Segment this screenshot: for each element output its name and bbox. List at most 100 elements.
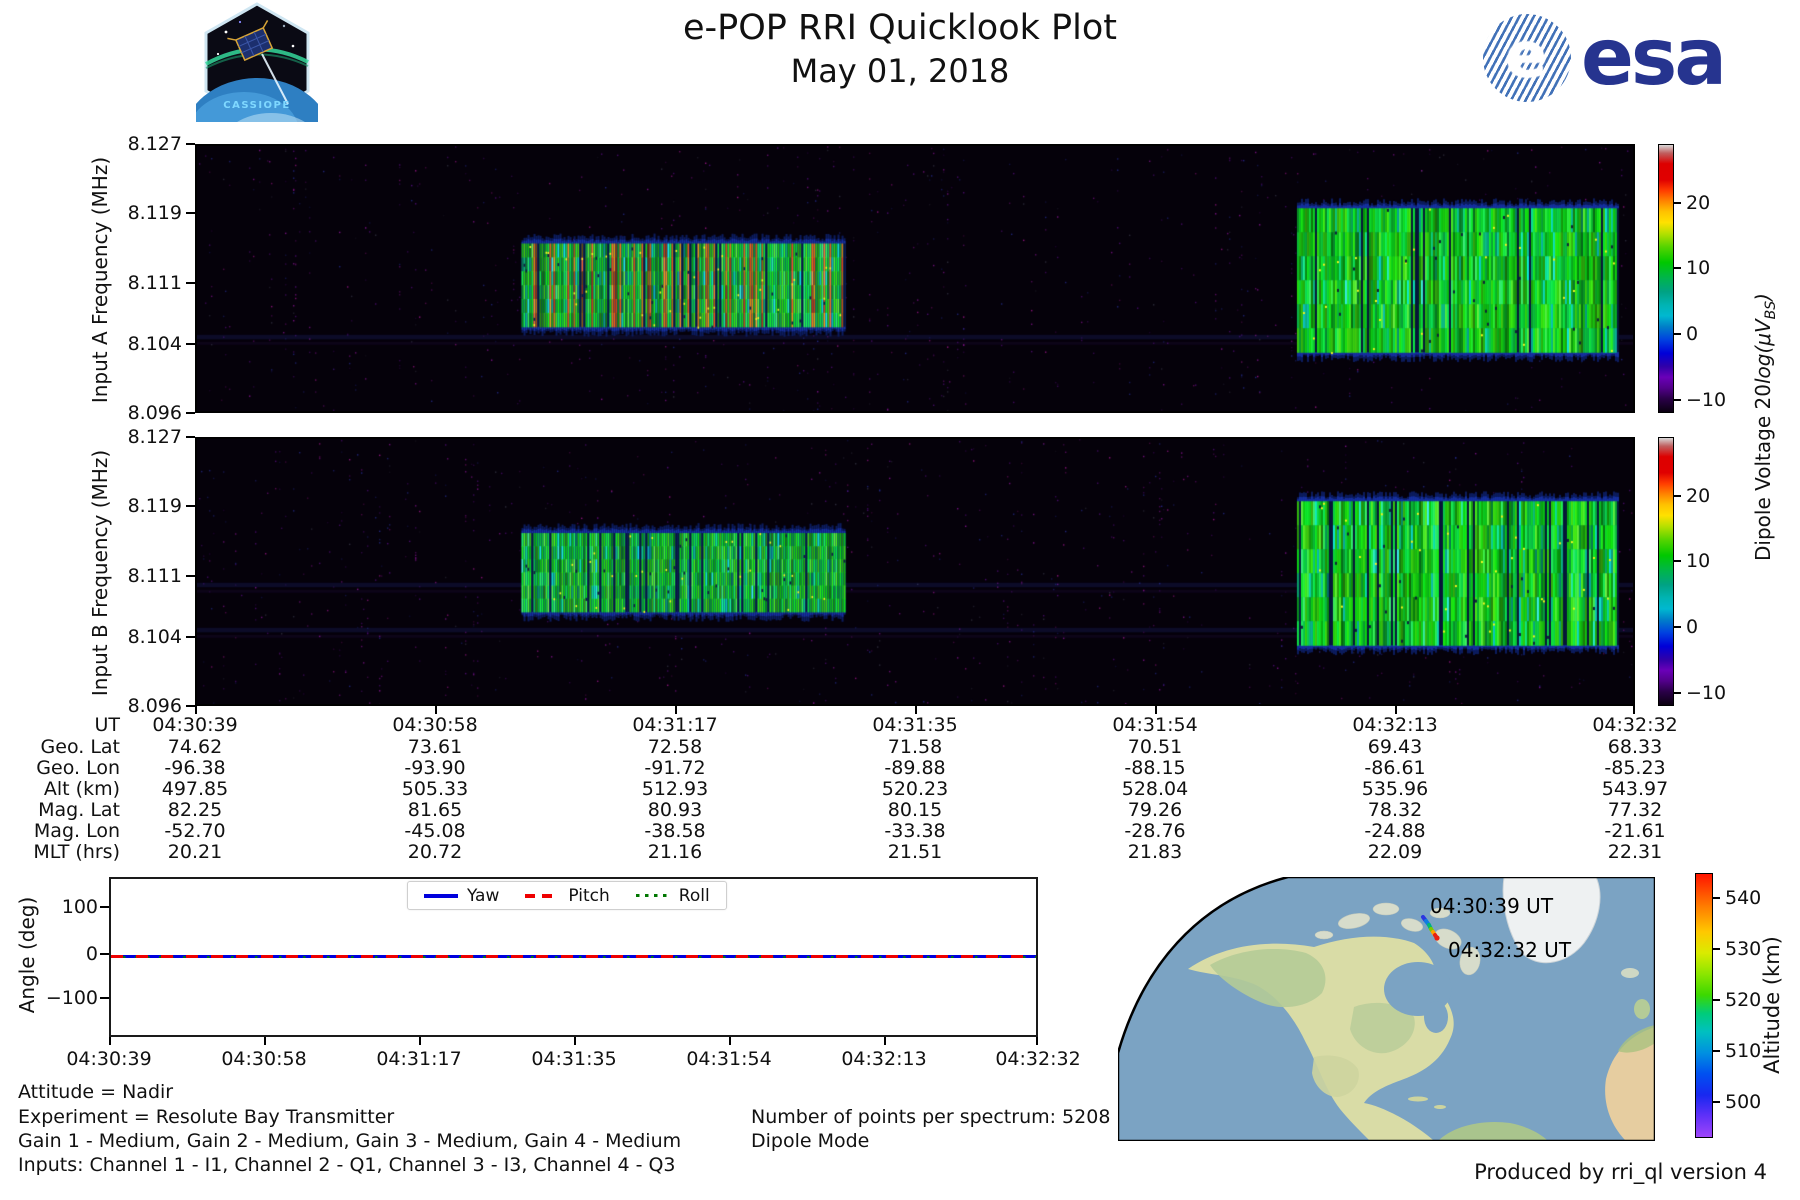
ephem-cell: 74.62 — [167, 736, 223, 758]
ephem-cell: 81.65 — [407, 799, 463, 821]
ephem-cell: -45.08 — [404, 820, 466, 842]
ephem-cell: 04:30:39 — [152, 714, 238, 736]
legend-item-yaw: Yaw — [424, 886, 499, 906]
angle-ytick: 100 — [61, 896, 98, 918]
pitch-line — [111, 955, 1036, 958]
colorbar-label-sub: BS — [1763, 300, 1779, 320]
colorbar-a-tick: 10 — [1686, 257, 1711, 279]
row-label-geolat: Geo. Lat — [40, 736, 120, 758]
colorbar-a-tick: 0 — [1686, 323, 1699, 345]
info-num-points: Number of points per spectrum: 5208 — [751, 1106, 1111, 1128]
ephem-cell: 04:30:58 — [392, 714, 478, 736]
row-label-geolon: Geo. Lon — [36, 757, 120, 779]
quicklook-figure: CASSIOPE e-POP RRI Quicklook Plot May 01… — [0, 0, 1800, 1200]
legend-label-roll: Roll — [678, 885, 710, 906]
angle-xtick: 04:30:39 — [66, 1048, 152, 1070]
esa-globe-icon: e — [1483, 14, 1571, 102]
panel-a-ytick: 8.119 — [127, 202, 182, 224]
row-label-alt: Alt (km) — [43, 778, 120, 800]
legend-item-roll: Roll — [635, 885, 710, 906]
credit-text: Produced by rri_ql version 4 — [1474, 1160, 1767, 1184]
ephem-cell: 20.21 — [167, 841, 223, 863]
row-label-ut: UT — [94, 714, 120, 736]
info-inputs: Inputs: Channel 1 - I1, Channel 2 - Q1, … — [18, 1154, 676, 1176]
page-title: e-POP RRI Quicklook Plot — [682, 8, 1117, 48]
ephem-cell: 72.58 — [647, 736, 703, 758]
colorbar-a-tick: 20 — [1686, 192, 1711, 214]
legend-label-yaw: Yaw — [467, 885, 500, 906]
ephem-cell: 497.85 — [161, 778, 229, 800]
altitude-colorbar — [1695, 873, 1713, 1138]
ground-track-map: 04:30:39 UT 04:32:32 UT — [1118, 877, 1655, 1141]
ephem-cell: -93.90 — [404, 757, 466, 779]
panel-a-ylabel: Input A Frequency (MHz) — [88, 156, 112, 404]
legend-label-pitch: Pitch — [568, 885, 610, 906]
ephem-cell: 04:32:32 — [1592, 714, 1678, 736]
angle-xtick: 04:31:17 — [376, 1048, 462, 1070]
spectrogram-a-canvas — [197, 146, 1633, 411]
ephem-cell: 69.43 — [1367, 736, 1423, 758]
info-experiment: Experiment = Resolute Bay Transmitter — [18, 1106, 395, 1128]
row-label-maglon: Mag. Lon — [33, 820, 120, 842]
colorbar-label-plain: Dipole Voltage 20 — [1751, 384, 1775, 561]
angle-xtick: 04:32:32 — [995, 1048, 1081, 1070]
alt-tick: 510 — [1725, 1040, 1762, 1062]
ephem-cell: -28.76 — [1124, 820, 1186, 842]
ephem-cell: -24.88 — [1364, 820, 1426, 842]
ephem-cell: 70.51 — [1127, 736, 1183, 758]
colorbar-b-tick: 0 — [1686, 616, 1699, 638]
info-gains: Gain 1 - Medium, Gain 2 - Medium, Gain 3… — [18, 1130, 682, 1152]
spectrogram-panel-b — [195, 437, 1635, 706]
colorbar-panel-a — [1658, 144, 1674, 413]
row-label-maglat: Mag. Lat — [38, 799, 120, 821]
ephem-cell: -85.23 — [1604, 757, 1666, 779]
ephem-cell: 21.16 — [647, 841, 703, 863]
angle-ytick: 0 — [85, 943, 98, 965]
ephem-cell: 505.33 — [401, 778, 469, 800]
spectrogram-b-canvas — [197, 439, 1633, 704]
alt-tick: 530 — [1725, 938, 1762, 960]
angle-xtick: 04:30:58 — [221, 1048, 307, 1070]
panel-b-ylabel: Input B Frequency (MHz) — [88, 449, 112, 697]
colorbar-shared-label: Dipole Voltage 20log(μVBS) — [1751, 127, 1779, 727]
yaw-line-sample — [424, 893, 458, 898]
alt-tick: 540 — [1725, 887, 1762, 909]
panel-b-ytick: 8.104 — [127, 626, 182, 648]
ephem-cell: 80.93 — [647, 799, 703, 821]
ephem-cell: 68.33 — [1607, 736, 1663, 758]
colorbar-label-close: ) — [1751, 293, 1775, 301]
ephem-cell: 21.51 — [887, 841, 943, 863]
colorbar-panel-b — [1658, 437, 1674, 706]
ephem-cell: 520.23 — [881, 778, 949, 800]
ephem-cell: 528.04 — [1121, 778, 1189, 800]
colorbar-b-tick: 10 — [1686, 550, 1711, 572]
colorbar-a-tick: −10 — [1686, 389, 1727, 411]
pitch-line-sample — [525, 893, 560, 898]
ephem-cell: 73.61 — [407, 736, 463, 758]
angle-xtick: 04:31:35 — [531, 1048, 617, 1070]
ephem-cell: -96.38 — [164, 757, 226, 779]
colorbar-b-tick: 20 — [1686, 485, 1711, 507]
ephem-cell: 04:31:54 — [1112, 714, 1198, 736]
ephem-cell: -86.61 — [1364, 757, 1426, 779]
ephem-cell: 78.32 — [1367, 799, 1423, 821]
ephem-cell: 82.25 — [167, 799, 223, 821]
angle-ylabel: Angle (deg) — [15, 896, 39, 1014]
info-dipole-mode: Dipole Mode — [751, 1130, 870, 1152]
spectrogram-panel-a — [195, 144, 1635, 413]
altitude-colorbar-label: Altitude (km) — [1760, 936, 1784, 1074]
ephem-cell: 77.32 — [1607, 799, 1663, 821]
ephem-cell: -88.15 — [1124, 757, 1186, 779]
roll-line-sample — [635, 893, 670, 898]
ephem-cell: -33.38 — [884, 820, 946, 842]
ephem-cell: -89.88 — [884, 757, 946, 779]
ephem-cell: -38.58 — [644, 820, 706, 842]
cassiope-mission-patch: CASSIOPE — [196, 2, 318, 122]
alt-tick: 520 — [1725, 989, 1762, 1011]
colorbar-label-math: log(μV — [1751, 319, 1775, 385]
ephem-cell: 543.97 — [1601, 778, 1669, 800]
colorbar-b-tick: −10 — [1686, 682, 1727, 704]
page-subtitle: May 01, 2018 — [790, 52, 1010, 90]
ephem-cell: 512.93 — [641, 778, 709, 800]
panel-a-ytick: 8.111 — [127, 272, 182, 294]
